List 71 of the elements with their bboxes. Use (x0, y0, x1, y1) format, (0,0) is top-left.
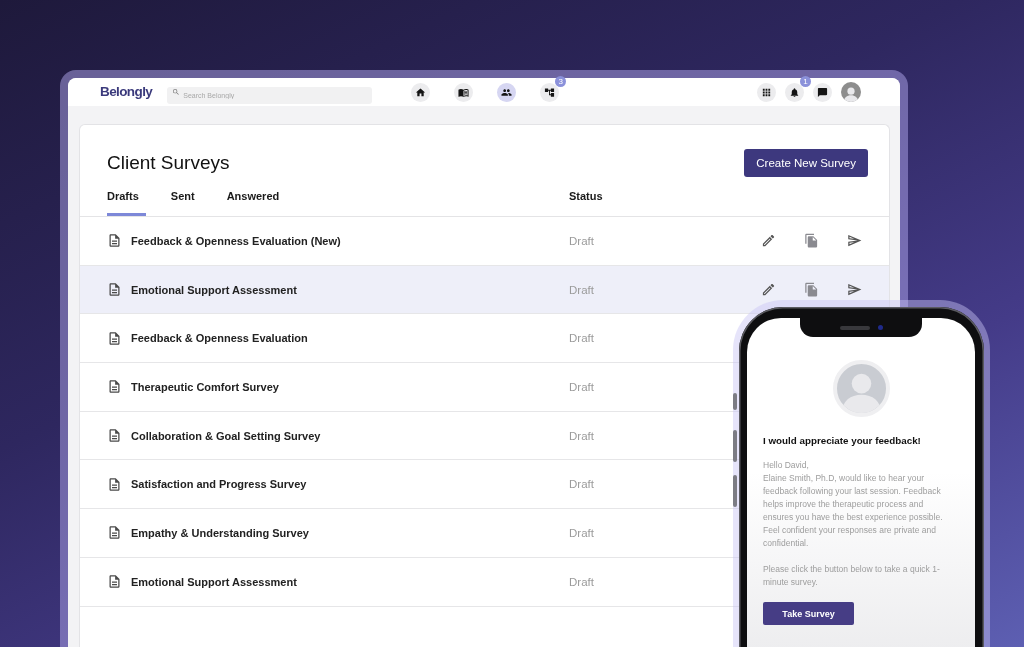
status-text: Draft (569, 283, 594, 296)
prompt-text: Please click the button below to take a quick 1-minute survey. (763, 563, 941, 589)
highlighted-row[interactable]: Emotional Support Assessment Draft (80, 265, 889, 315)
home-icon (415, 86, 427, 98)
edit-button[interactable] (761, 282, 776, 298)
survey-title[interactable]: Emotional Support Assessment (131, 575, 297, 588)
page-title: Client Surveys (107, 151, 230, 175)
document-icon (107, 525, 122, 541)
send-button[interactable] (847, 233, 862, 249)
status-text: Draft (569, 234, 594, 247)
document-icon (107, 379, 122, 395)
document-icon (107, 428, 122, 444)
apps-button[interactable] (757, 82, 776, 102)
send-icon (847, 282, 862, 298)
take-survey-button[interactable]: Take Survey (763, 602, 854, 625)
status-text: Draft (569, 380, 594, 393)
send-icon (847, 233, 862, 249)
count-badge: 1 (800, 75, 811, 87)
logo[interactable]: Belongly (100, 85, 153, 99)
status-text: Draft (569, 526, 594, 539)
status-text: Draft (569, 332, 594, 345)
count-badge: 3 (555, 75, 567, 87)
survey-title[interactable]: Empathy & Understanding Survey (131, 526, 309, 539)
phone-side-key (733, 475, 737, 507)
column-header: Status (569, 189, 603, 203)
edit-button[interactable] (761, 233, 776, 249)
user-avatar[interactable] (841, 82, 861, 102)
messages-button[interactable] (813, 82, 832, 102)
copy-icon (804, 233, 819, 249)
survey-title[interactable]: Feedback & Openness Evaluation (New) (131, 234, 341, 247)
notifications-button[interactable] (785, 82, 804, 102)
duplicate-button[interactable] (804, 233, 819, 249)
document-icon (107, 330, 122, 346)
create-survey-button[interactable]: Create New Survey (744, 149, 868, 177)
library-button[interactable] (454, 82, 474, 102)
book-icon (458, 86, 470, 98)
bell-icon (789, 86, 800, 98)
document-icon (107, 282, 122, 298)
status-text: Draft (569, 478, 594, 491)
tab[interactable]: Sent (170, 189, 202, 216)
people-icon (501, 86, 513, 98)
status-text: Draft (569, 575, 594, 588)
survey-title[interactable]: Feedback & Openness Evaluation (131, 332, 308, 345)
document-icon (107, 476, 122, 492)
org-chart-icon (544, 86, 556, 98)
speaker-grille (839, 325, 870, 330)
apps-grid-icon (761, 86, 772, 98)
search-icon (172, 88, 181, 96)
people-button[interactable] (497, 82, 517, 102)
survey-title[interactable]: Therapeutic Comfort Survey (131, 380, 279, 393)
camera-lens (877, 325, 883, 330)
tab[interactable]: Answered (226, 189, 287, 216)
greeting-text: Hello David, (763, 459, 810, 472)
status-text: Draft (569, 429, 594, 442)
network-button[interactable] (540, 82, 560, 102)
document-icon (107, 233, 122, 249)
message-text: Elaine Smith, Ph.D, would like to hear your feedback following your last session. Feedback helps improve the therapeutic process and ensures you have the best experience possible. Feel confident your responses are private and confidential. (763, 472, 944, 550)
send-button[interactable] (847, 282, 862, 298)
home-button[interactable] (411, 82, 431, 102)
survey-title[interactable]: Emotional Support Assessment (131, 283, 297, 296)
phone-side-key (733, 430, 737, 462)
survey-title[interactable]: Satisfaction and Progress Survey (131, 478, 307, 491)
survey-title[interactable]: Collaboration & Goal Setting Survey (131, 429, 321, 442)
pencil-icon (761, 282, 776, 298)
copy-icon (804, 282, 819, 298)
duplicate-button[interactable] (804, 282, 819, 298)
chat-icon (817, 86, 828, 98)
document-icon (107, 574, 122, 590)
pencil-icon (761, 233, 776, 249)
phone-side-key (733, 393, 737, 410)
message-heading: I would appreciate your feedback! (763, 434, 922, 448)
